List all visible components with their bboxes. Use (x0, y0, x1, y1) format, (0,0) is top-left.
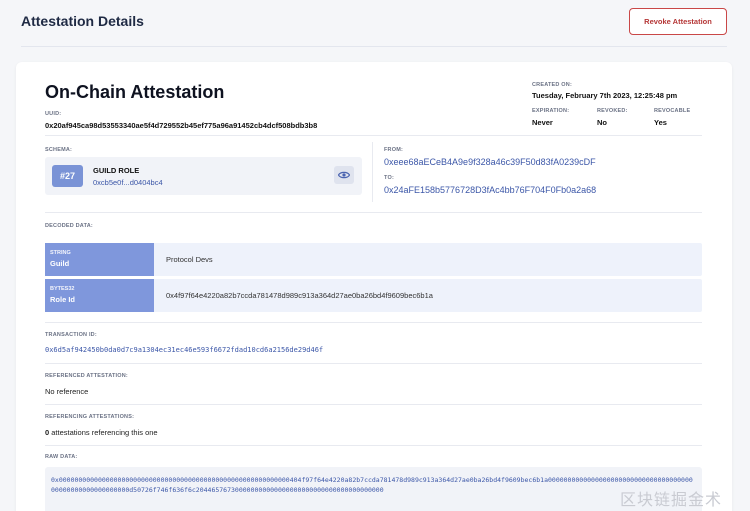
referencing-suffix: attestations referencing this one (51, 428, 158, 437)
created-value: Tuesday, February 7th 2023, 12:25:48 pm (532, 91, 678, 100)
schema-card[interactable]: #27 GUILD ROLE 0xcb5e0f...d0404bc4 (45, 157, 362, 195)
decoded-type: BYTES32 (50, 286, 75, 292)
uuid-value[interactable]: 0x20af945ca98d53553340ae5f4d729552b45ef7… (45, 121, 317, 130)
transaction-id-link[interactable]: 0x6d5af942450b0da0d7c9a1304ec31ec46e593f… (45, 346, 323, 354)
decoded-value: Protocol Devs (166, 255, 213, 264)
divider (45, 445, 702, 446)
attestation-card: On-Chain Attestation UUID: 0x20af945ca98… (16, 62, 732, 511)
schema-uid[interactable]: 0xcb5e0f...d0404bc4 (93, 178, 163, 187)
divider (45, 322, 702, 323)
divider (45, 363, 702, 364)
watermark: 区块链掘金术 (620, 490, 723, 509)
page-title: Attestation Details (21, 13, 144, 29)
referenced-attestation-value: No reference (45, 387, 89, 396)
divider (45, 135, 702, 136)
transaction-id-label: TRANSACTION ID: (45, 332, 97, 338)
decoded-row: BYTES32 Role Id 0x4f97f64e4220a82b7ccda7… (45, 279, 702, 312)
eye-icon (338, 171, 350, 179)
revocable-value: Yes (654, 118, 667, 127)
attestation-title: On-Chain Attestation (45, 82, 225, 102)
to-label: TO: (384, 175, 394, 181)
view-schema-button[interactable] (334, 166, 354, 184)
schema-name: GUILD ROLE (93, 166, 140, 175)
referenced-attestation-label: REFERENCED ATTESTATION: (45, 373, 128, 379)
divider (21, 46, 727, 47)
expiration-value: Never (532, 118, 553, 127)
from-label: FROM: (384, 147, 404, 153)
decoded-row-tag: STRING Guild (45, 243, 154, 276)
decoded-row: STRING Guild Protocol Devs (45, 243, 702, 276)
decoded-value: 0x4f97f64e4220a82b7ccda781478d989c913a36… (166, 291, 433, 300)
expiration-label: EXPIRATION: (532, 108, 570, 114)
decoded-data-label: DECODED DATA: (45, 223, 93, 229)
decoded-name: Role Id (50, 295, 76, 304)
created-label: CREATED ON: (532, 82, 572, 88)
decoded-name: Guild (50, 259, 70, 268)
divider (45, 212, 702, 213)
decoded-row-tag: BYTES32 Role Id (45, 279, 154, 312)
revocable-label: REVOCABLE (654, 108, 691, 114)
divider (372, 142, 373, 202)
uuid-label: UUID: (45, 111, 62, 117)
revoked-label: REVOKED: (597, 108, 628, 114)
to-address[interactable]: 0x24aFE158b5776728D3fAc4bb76F704F0Fb0a2a… (384, 185, 596, 195)
referencing-count: 0 (45, 428, 50, 437)
top-bar: Attestation Details Revoke Attestation (0, 0, 750, 48)
from-address[interactable]: 0xeee68aECeB4A9e9f328a46c39F50d83fA0239c… (384, 157, 596, 167)
decoded-type: STRING (50, 250, 71, 256)
revoked-value: No (597, 118, 607, 127)
schema-label: SCHEMA: (45, 147, 73, 153)
raw-data-box[interactable]: 0x00000000000000000000000000000000000000… (45, 467, 702, 511)
revoke-attestation-button[interactable]: Revoke Attestation (629, 8, 727, 35)
divider (45, 404, 702, 405)
referencing-attestations-value: 0 attestations referencing this one (45, 428, 158, 437)
referencing-attestations-label: REFERENCING ATTESTATIONS: (45, 414, 135, 420)
schema-number-badge: #27 (52, 165, 83, 187)
raw-data-label: RAW DATA: (45, 454, 78, 460)
